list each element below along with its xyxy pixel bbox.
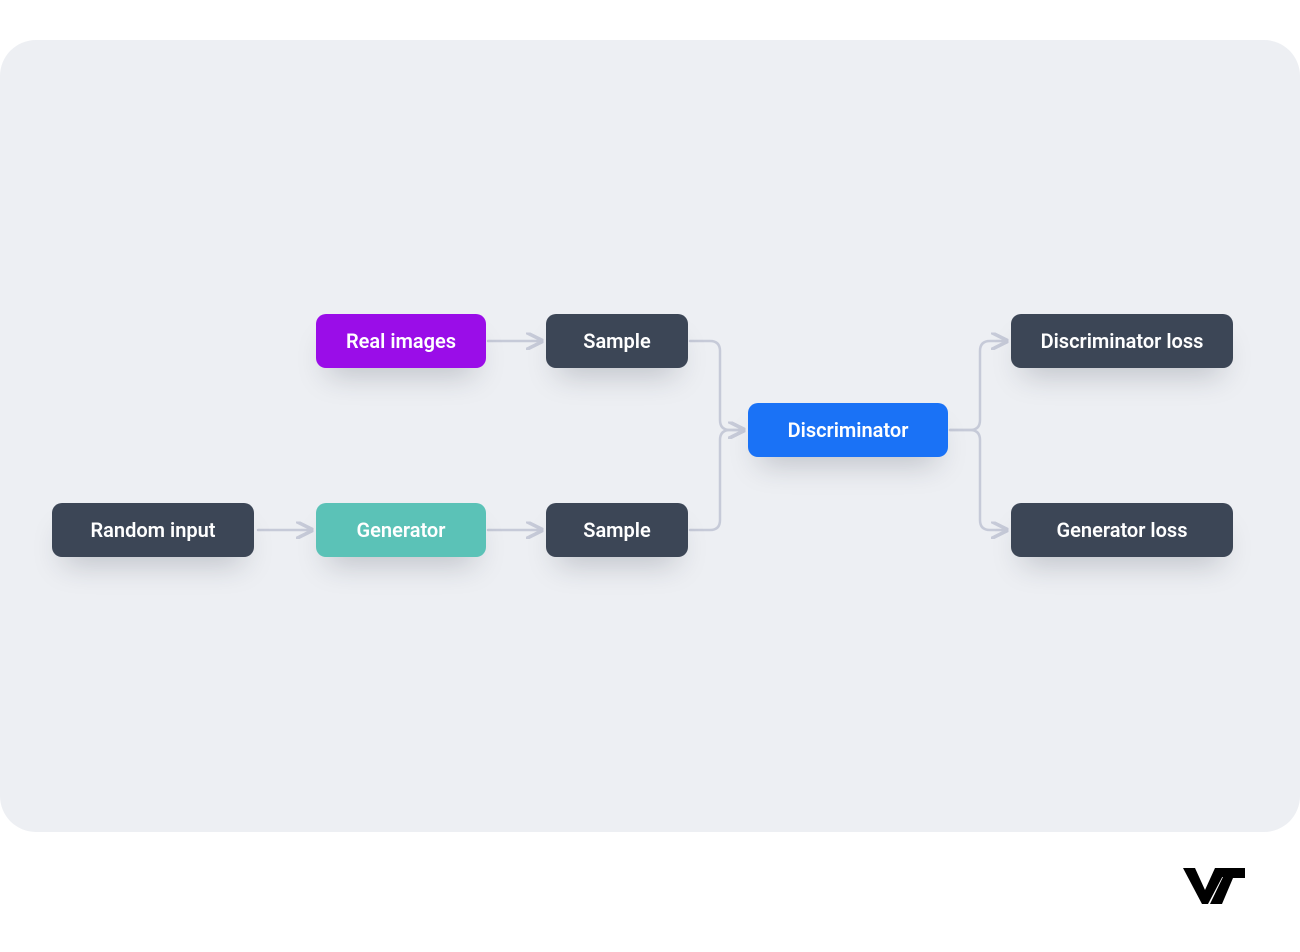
- node-label: Discriminator: [788, 418, 909, 442]
- connectors: [0, 40, 1300, 832]
- node-generator-loss: Generator loss: [1011, 503, 1233, 557]
- node-sample-top: Sample: [546, 314, 688, 368]
- node-label: Random input: [90, 518, 215, 542]
- node-label: Discriminator loss: [1041, 329, 1204, 353]
- node-label: Generator loss: [1057, 518, 1188, 542]
- arrow-disc-to-genloss: [950, 430, 1005, 530]
- node-label: Sample: [583, 518, 651, 542]
- node-discriminator-loss: Discriminator loss: [1011, 314, 1233, 368]
- v7-logo-icon: [1183, 868, 1245, 904]
- node-label: Generator: [357, 518, 446, 542]
- arrow-sample-bottom-to-discriminator: [690, 430, 742, 530]
- node-discriminator: Discriminator: [748, 403, 948, 457]
- node-generator: Generator: [316, 503, 486, 557]
- node-label: Sample: [583, 329, 651, 353]
- node-sample-bottom: Sample: [546, 503, 688, 557]
- node-random-input: Random input: [52, 503, 254, 557]
- diagram-canvas: Real images Sample Random input Generato…: [0, 40, 1300, 832]
- arrow-sample-top-to-discriminator: [690, 341, 742, 430]
- node-label: Real images: [346, 329, 456, 353]
- node-real-images: Real images: [316, 314, 486, 368]
- arrow-disc-to-discloss: [950, 341, 1005, 430]
